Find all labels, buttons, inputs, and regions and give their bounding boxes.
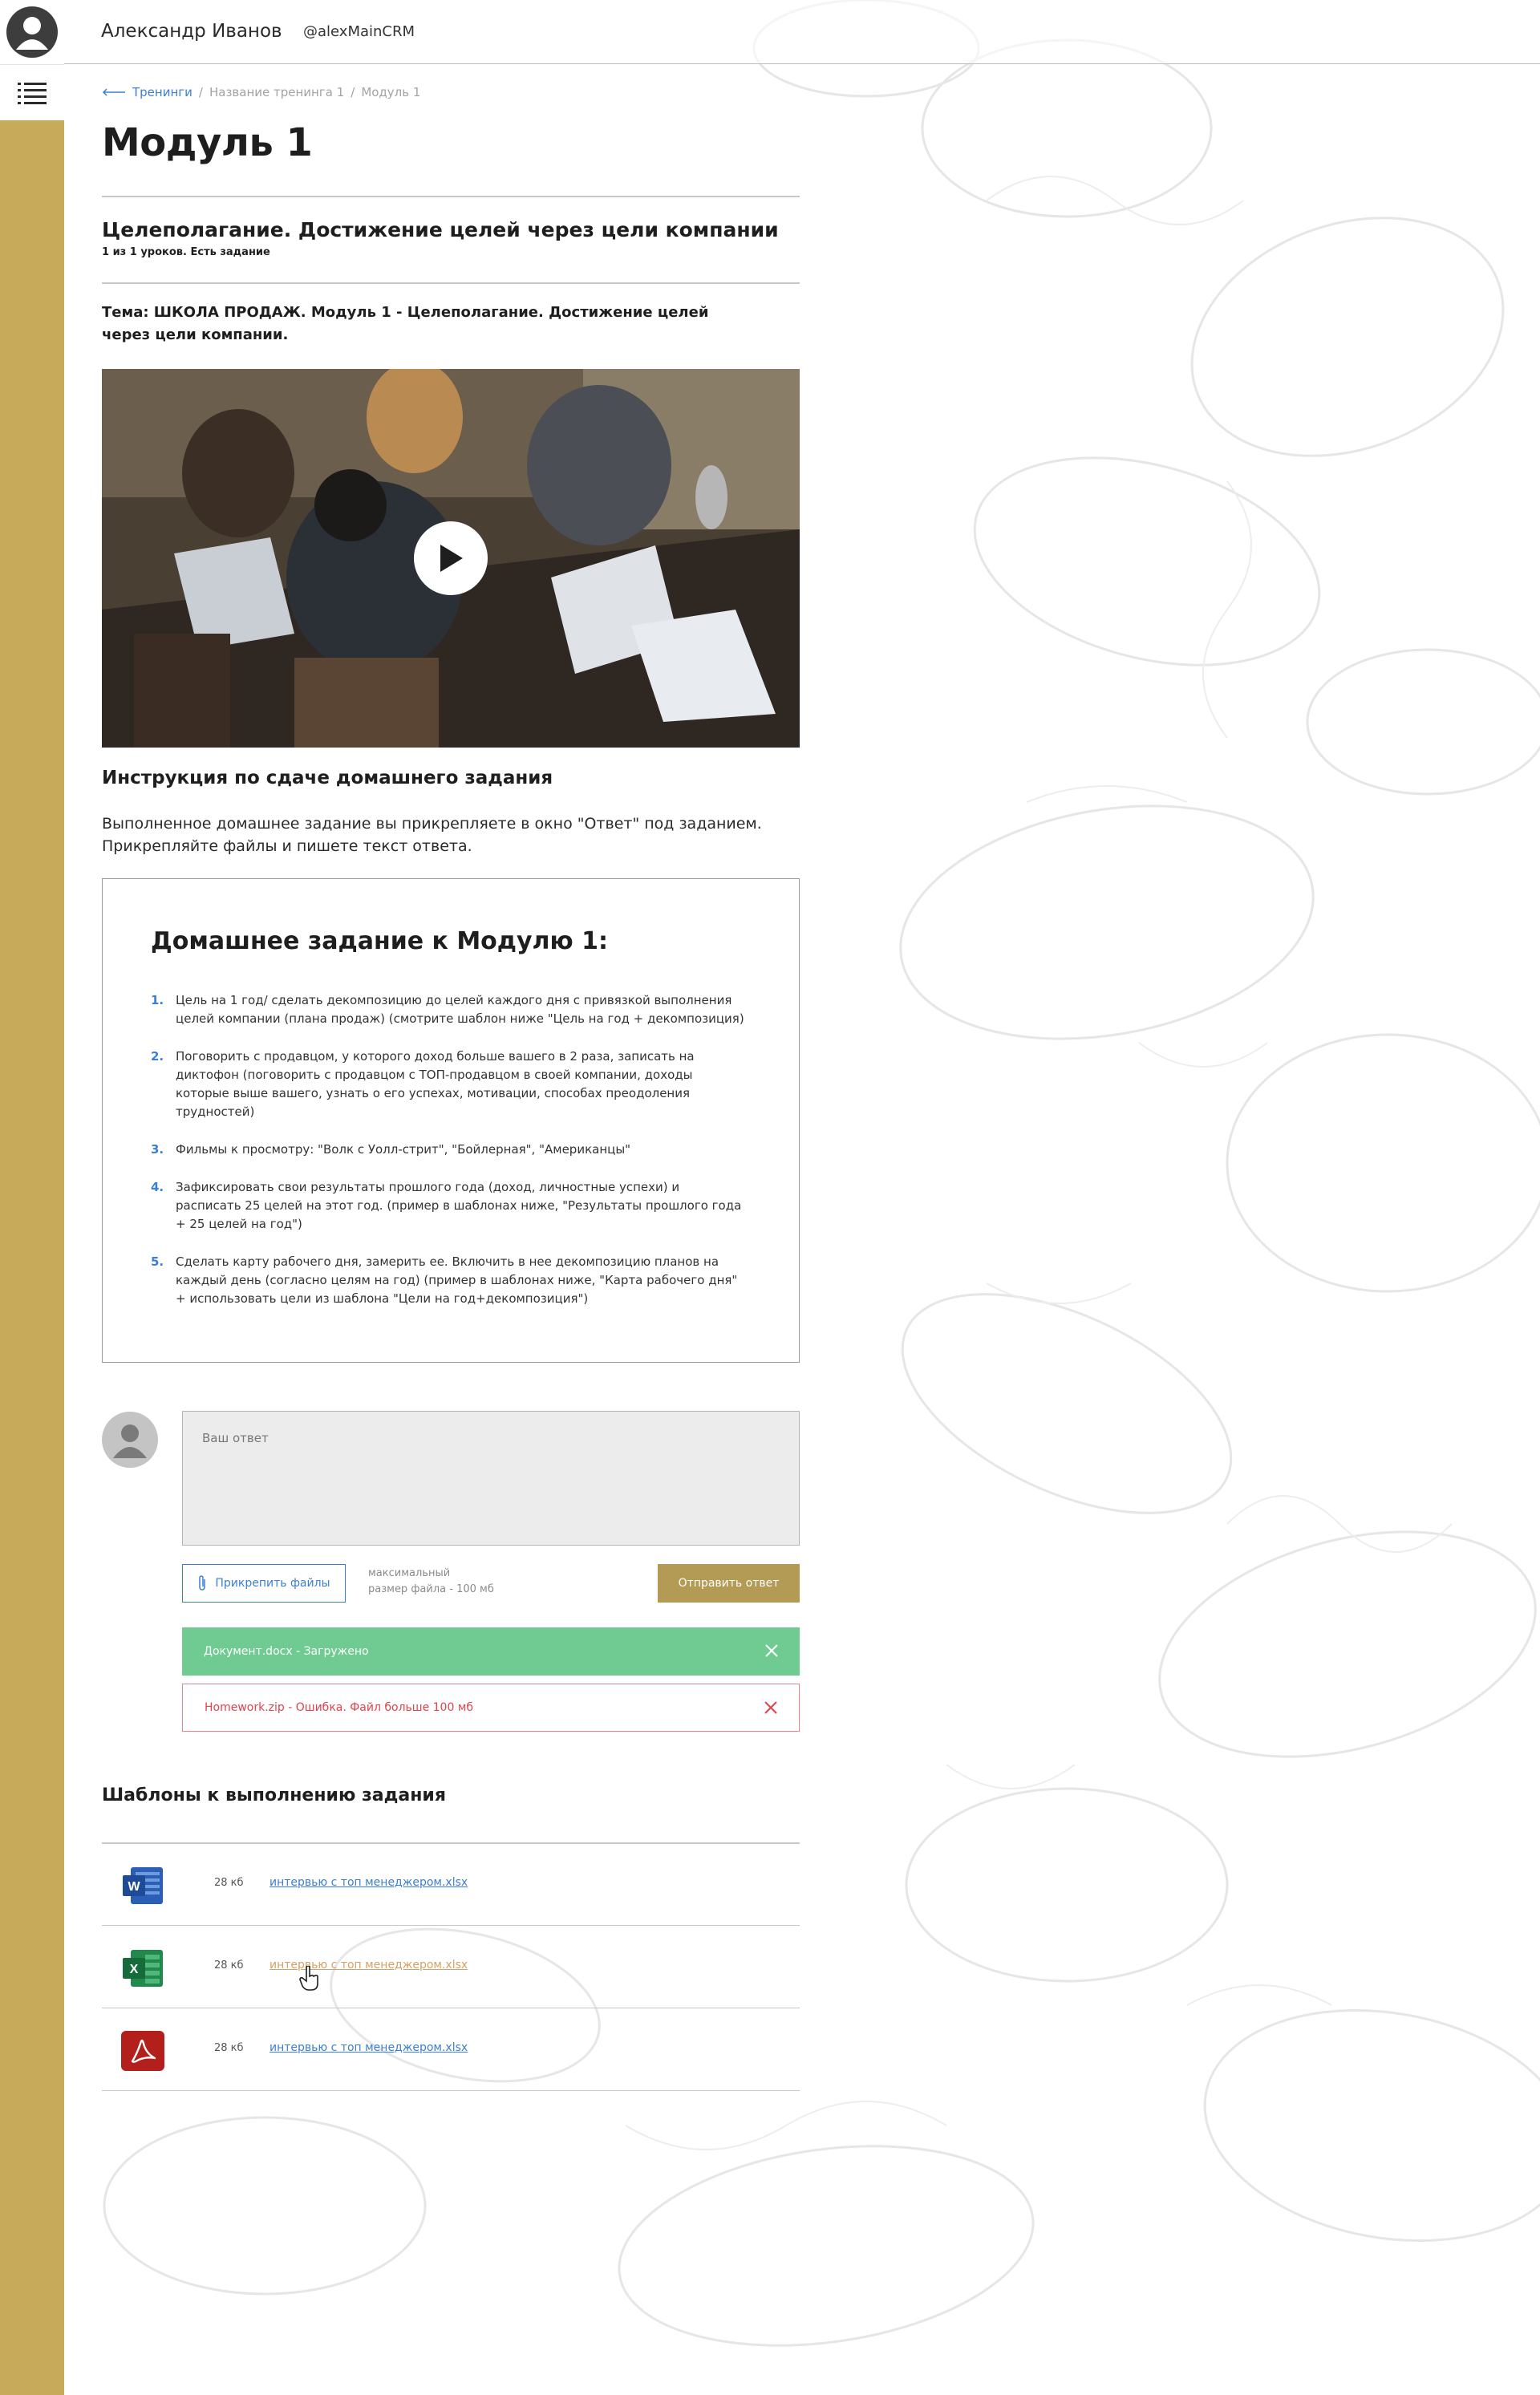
template-row: 28 кб интервью с топ менеджером.xlsx (102, 2008, 800, 2091)
answer-user-avatar (102, 1412, 158, 1468)
header-user-name[interactable]: Александр Иванов (101, 21, 282, 42)
answer-placeholder: Ваш ответ (202, 1431, 269, 1445)
close-icon[interactable] (764, 1700, 778, 1715)
user-avatar-icon[interactable] (6, 6, 58, 58)
svg-text:X: X (130, 1963, 139, 1976)
homework-item: 1. Цель на 1 год/ сделать декомпозицию д… (151, 991, 744, 1028)
instructions-title: Инструкция по сдаче домашнего задания (102, 768, 553, 788)
breadcrumb-separator: / (351, 85, 355, 99)
homework-item: 3. Фильмы к просмотру: "Волк с Уолл-стри… (151, 1141, 744, 1159)
divider (102, 196, 800, 197)
user-avatar-icon (113, 1424, 147, 1458)
template-download-link[interactable]: интервью с топ менеджером.xlsx (270, 2041, 468, 2054)
attach-files-label[interactable]: Прикрепить файлы (215, 1577, 330, 1590)
arrow-left-icon (102, 88, 125, 96)
lesson-meta: 1 из 1 уроков. Есть задание (102, 246, 270, 258)
divider (102, 282, 800, 284)
breadcrumb-back-label[interactable]: Тренинги (132, 85, 192, 99)
answer-textarea[interactable]: Ваш ответ (182, 1411, 800, 1546)
breadcrumb-separator: / (198, 85, 203, 99)
sidebar-avatar-container[interactable] (0, 0, 64, 64)
template-size: 28 кб (214, 1877, 244, 1889)
send-answer-button[interactable]: Отправить ответ (658, 1564, 800, 1603)
homework-item-number: 1. (151, 993, 164, 1007)
homework-item-number: 4. (151, 1180, 164, 1194)
homework-item-text: Фильмы к просмотру: "Волк с Уолл-стрит",… (176, 1142, 631, 1157)
upload-success-text: Документ.docx - Загружено (204, 1645, 369, 1658)
template-row: X 28 кб интервью с топ менеджером.xlsx (102, 1926, 800, 2008)
video-player[interactable] (102, 369, 800, 748)
file-size-hint: максимальный размер файла - 100 мб (368, 1566, 494, 1598)
homework-item-text: Сделать карту рабочего дня, замерить ее.… (176, 1254, 738, 1306)
sidebar (0, 0, 64, 2395)
hand-cursor-icon (299, 1966, 318, 1991)
excel-icon: X (123, 1950, 163, 1987)
homework-item-text: Зафиксировать свои результаты прошлого г… (176, 1180, 742, 1231)
close-icon[interactable] (764, 1643, 779, 1658)
lesson-topic: Тема: ШКОЛА ПРОДАЖ. Модуль 1 - Целеполаг… (102, 304, 709, 343)
template-size: 28 кб (214, 1959, 244, 1972)
upload-error-text: Homework.zip - Ошибка. Файл больше 100 м… (205, 1701, 474, 1714)
homework-item-number: 3. (151, 1142, 164, 1157)
header-user-handle: @alexMainCRM (303, 23, 415, 40)
homework-title: Домашнее задание к Модулю 1: (151, 927, 609, 955)
upload-error-item: Homework.zip - Ошибка. Файл больше 100 м… (182, 1684, 800, 1732)
file-size-hint-line: размер файла - 100 мб (368, 1583, 494, 1595)
upload-success-item: Документ.docx - Загружено (182, 1627, 800, 1676)
lesson-title: Целеполагание. Достижение целей через це… (102, 218, 779, 241)
svg-text:W: W (128, 1880, 140, 1894)
homework-list: 1. Цель на 1 год/ сделать декомпозицию д… (151, 991, 744, 1327)
breadcrumb: Тренинги / Название тренинга 1 / Модуль … (102, 85, 420, 99)
breadcrumb-back-link[interactable]: Тренинги (102, 85, 192, 99)
homework-item: 4. Зафиксировать свои результаты прошлог… (151, 1178, 744, 1234)
homework-item-number: 5. (151, 1254, 164, 1269)
page-title: Модуль 1 (102, 120, 313, 165)
instructions-text: Выполненное домашнее задание вы прикрепл… (102, 815, 762, 855)
word-icon: W (123, 1867, 163, 1904)
homework-item: 5. Сделать карту рабочего дня, замерить … (151, 1253, 744, 1308)
top-header: Александр Иванов @alexMainCRM (64, 0, 1540, 64)
template-row: W 28 кб интервью с топ менеджером.xlsx (102, 1843, 800, 1926)
play-button[interactable] (414, 521, 488, 595)
homework-item: 2. Поговорить с продавцом, у которого до… (151, 1048, 744, 1121)
breadcrumb-item-module: Модуль 1 (361, 85, 421, 99)
pdf-icon (121, 2031, 164, 2071)
template-download-link[interactable]: интервью с топ менеджером.xlsx (270, 1876, 468, 1889)
paperclip-icon (199, 1575, 206, 1591)
templates-title: Шаблоны к выполнению задания (102, 1785, 446, 1805)
homework-item-number: 2. (151, 1049, 164, 1064)
homework-item-text: Цель на 1 год/ сделать декомпозицию до ц… (176, 993, 744, 1026)
list-menu-icon[interactable] (0, 64, 64, 120)
template-size: 28 кб (214, 2042, 244, 2054)
file-size-hint-line: максимальный (368, 1567, 451, 1579)
homework-item-text: Поговорить с продавцом, у которого доход… (176, 1049, 695, 1119)
breadcrumb-item-training[interactable]: Название тренинга 1 (209, 85, 344, 99)
homework-card: Домашнее задание к Модулю 1: 1. Цель на … (102, 878, 800, 1363)
play-icon (440, 545, 463, 572)
attach-files-button[interactable]: Прикрепить файлы (182, 1564, 346, 1603)
